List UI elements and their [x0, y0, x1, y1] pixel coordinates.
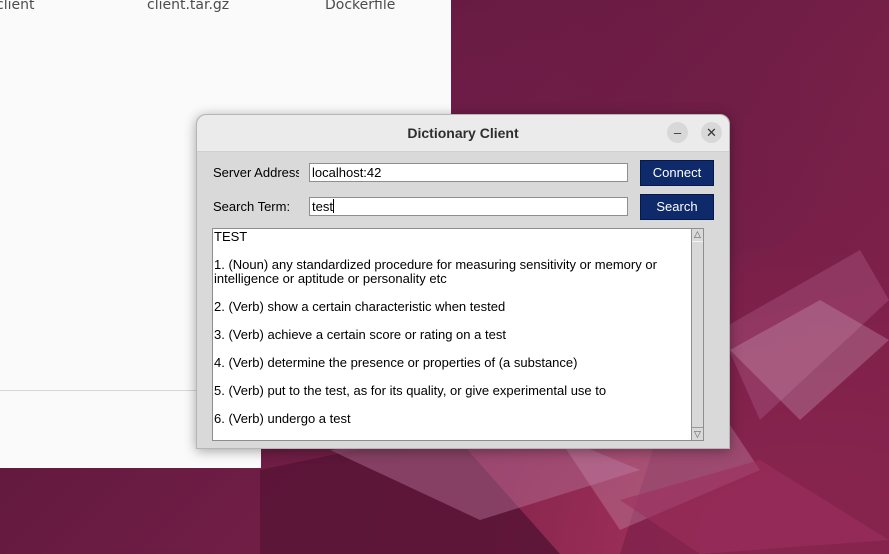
search-term-label: Search Term:	[213, 199, 291, 214]
file-item-client-tar-gz[interactable]: client.tar.gz	[147, 0, 229, 13]
close-icon: ✕	[706, 125, 717, 140]
result-heading: TEST	[214, 229, 248, 244]
minimize-button[interactable]: –	[667, 122, 688, 143]
definition-4: 4. (Verb) determine the presence or prop…	[214, 355, 578, 370]
definition-1: 1. (Noun) any standardized procedure for…	[214, 257, 661, 286]
scroll-down-arrow-icon[interactable]: ▽	[692, 429, 703, 440]
text-cursor	[332, 199, 334, 213]
definition-5: 5. (Verb) put to the test, as for its qu…	[214, 383, 607, 398]
search-button[interactable]: Search	[640, 194, 714, 220]
title-bar[interactable]: Dictionary Client – ✕	[197, 115, 729, 152]
scrollbar-thumb[interactable]	[692, 241, 703, 428]
connect-button[interactable]: Connect	[640, 160, 714, 186]
search-term-input[interactable]: test	[309, 197, 628, 216]
scroll-up-arrow-icon[interactable]: △	[692, 229, 703, 240]
file-item-dockerfile[interactable]: Dockerfile	[325, 0, 395, 13]
dictionary-client-dialog: Dictionary Client – ✕ Server Address: lo…	[196, 114, 730, 449]
definition-3: 3. (Verb) achieve a certain score or rat…	[214, 327, 506, 342]
definition-6: 6. (Verb) undergo a test	[214, 411, 351, 426]
server-address-value: localhost:42	[312, 165, 382, 180]
server-address-input[interactable]: localhost:42	[309, 163, 628, 182]
window-title: Dictionary Client	[407, 125, 519, 141]
close-button[interactable]: ✕	[701, 122, 722, 143]
search-term-value: test	[312, 199, 333, 214]
minimize-icon: –	[673, 125, 682, 140]
results-text-area[interactable]: TEST 1. (Noun) any standardized procedur…	[212, 228, 704, 441]
file-item-client[interactable]: client	[0, 0, 34, 13]
definition-2: 2. (Verb) show a certain characteristic …	[214, 299, 506, 314]
server-address-label: Server Address:	[213, 165, 299, 180]
results-scrollbar[interactable]: △ ▽	[691, 228, 704, 441]
